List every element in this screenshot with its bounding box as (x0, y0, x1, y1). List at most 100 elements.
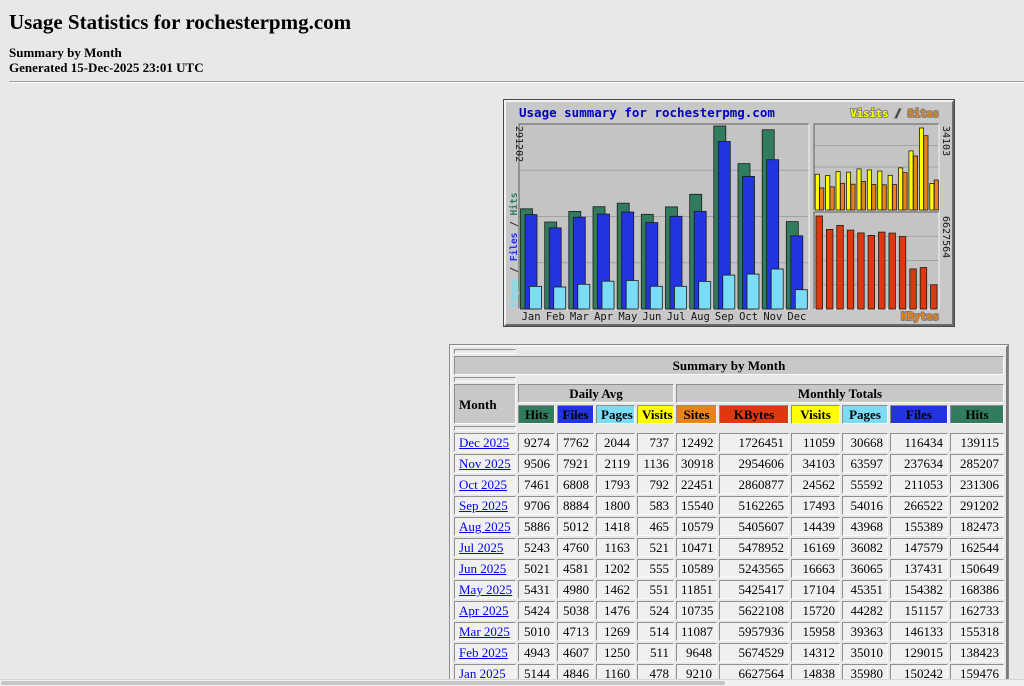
table-spacer-row (454, 426, 1004, 431)
value-cell: 8884 (557, 496, 594, 515)
column-header-files-daily: Files (557, 405, 594, 424)
svg-text:Apr: Apr (594, 311, 613, 323)
value-cell: 9506 (518, 454, 555, 473)
month-link[interactable]: Mar 2025 (459, 624, 510, 639)
value-cell: 285207 (950, 454, 1004, 473)
browser-page: Usage Statistics for rochesterpmg.com Su… (0, 0, 1024, 686)
value-cell: 5405607 (719, 517, 789, 536)
value-cell: 5243 (518, 538, 555, 557)
summary-by-month-label: Summary by Month (9, 45, 122, 60)
value-cell: 24562 (791, 475, 840, 494)
table-row: Jul 202552434760116352110471547895216169… (454, 538, 1004, 557)
value-cell: 5021 (518, 559, 555, 578)
month-link[interactable]: Apr 2025 (459, 603, 508, 618)
group-header-daily-avg: Daily Avg (518, 384, 674, 403)
table-row: Jun 202550214581120255510589524356516663… (454, 559, 1004, 578)
value-cell: 237634 (890, 454, 948, 473)
value-cell: 4943 (518, 643, 555, 662)
month-link[interactable]: Jun 2025 (459, 561, 506, 576)
value-cell: 10471 (676, 538, 717, 557)
month-link[interactable]: Dec 2025 (459, 435, 509, 450)
svg-text:6627564: 6627564 (940, 216, 951, 258)
table-row: May 202554314980146255111851542541717104… (454, 580, 1004, 599)
value-cell: 155318 (950, 622, 1004, 641)
value-cell: 5162265 (719, 496, 789, 515)
value-cell: 555 (637, 559, 674, 578)
value-cell: 7461 (518, 475, 555, 494)
column-header-row: HitsFilesPagesVisitsSitesKBytesVisitsPag… (454, 405, 1004, 424)
value-cell: 4607 (557, 643, 594, 662)
value-cell: 36065 (842, 559, 888, 578)
month-cell: Mar 2025 (454, 622, 516, 641)
value-cell: 583 (637, 496, 674, 515)
month-link[interactable]: May 2025 (459, 582, 512, 597)
svg-text:Jan: Jan (522, 311, 541, 323)
column-header-visits-daily: Visits (637, 405, 674, 424)
svg-text:Dec: Dec (787, 311, 806, 323)
svg-text:May: May (618, 311, 637, 323)
value-cell: 524 (637, 601, 674, 620)
value-cell: 44282 (842, 601, 888, 620)
month-link[interactable]: Oct 2025 (459, 477, 507, 492)
value-cell: 14439 (791, 517, 840, 536)
horizontal-scrollbar-thumb[interactable] (1, 681, 725, 685)
month-link[interactable]: Jul 2025 (459, 540, 503, 555)
horizontal-scrollbar[interactable] (0, 679, 1024, 686)
value-cell: 291202 (950, 496, 1004, 515)
value-cell: 9648 (676, 643, 717, 662)
svg-text:Visits / Sites: Visits / Sites (850, 108, 939, 120)
month-link[interactable]: Feb 2025 (459, 645, 508, 660)
value-cell: 139115 (950, 433, 1004, 452)
value-cell: 14312 (791, 643, 840, 662)
value-cell: 12492 (676, 433, 717, 452)
svg-text:Jun: Jun (642, 311, 661, 323)
month-link[interactable]: Aug 2025 (459, 519, 511, 534)
month-link[interactable]: Nov 2025 (459, 456, 511, 471)
month-cell: Aug 2025 (454, 517, 516, 536)
svg-text:Nov: Nov (763, 311, 782, 323)
month-link[interactable]: Sep 2025 (459, 498, 508, 513)
value-cell: 4713 (557, 622, 594, 641)
value-cell: 182473 (950, 517, 1004, 536)
value-cell: 9706 (518, 496, 555, 515)
table-row: Dec 202592747762204473712492172645111059… (454, 433, 1004, 452)
value-cell: 1202 (596, 559, 635, 578)
value-cell: 15540 (676, 496, 717, 515)
value-cell: 15958 (791, 622, 840, 641)
svg-text:34103: 34103 (940, 126, 951, 156)
svg-text:Pages / Files / Hits: Pages / Files / Hits (509, 193, 520, 307)
value-cell: 55592 (842, 475, 888, 494)
value-cell: 17493 (791, 496, 840, 515)
svg-text:KBytes: KBytes (901, 311, 939, 323)
value-cell: 1476 (596, 601, 635, 620)
value-cell: 10579 (676, 517, 717, 536)
value-cell: 1462 (596, 580, 635, 599)
value-cell: 22451 (676, 475, 717, 494)
table-row: Feb 202549434607125051196485674529143123… (454, 643, 1004, 662)
value-cell: 1793 (596, 475, 635, 494)
value-cell: 151157 (890, 601, 948, 620)
value-cell: 5478952 (719, 538, 789, 557)
value-cell: 5012 (557, 517, 594, 536)
value-cell: 2954606 (719, 454, 789, 473)
summary-by-month-table: Summary by Month Month Daily Avg Monthly… (450, 345, 1008, 686)
table-row: Apr 202554245038147652410735562210815720… (454, 601, 1004, 620)
column-header-hits-daily: Hits (518, 405, 555, 424)
table-row: Aug 202558865012141846510579540560714439… (454, 517, 1004, 536)
value-cell: 10735 (676, 601, 717, 620)
svg-text:Sep: Sep (715, 311, 734, 323)
value-cell: 2860877 (719, 475, 789, 494)
month-cell: May 2025 (454, 580, 516, 599)
column-header-visits-monthly: Visits (791, 405, 840, 424)
column-header-pages-daily: Pages (596, 405, 635, 424)
column-header-hits-monthly: Hits (950, 405, 1004, 424)
value-cell: 266522 (890, 496, 948, 515)
value-cell: 168386 (950, 580, 1004, 599)
value-cell: 1136 (637, 454, 674, 473)
value-cell: 465 (637, 517, 674, 536)
value-cell: 231306 (950, 475, 1004, 494)
value-cell: 63597 (842, 454, 888, 473)
svg-text:291202: 291202 (513, 126, 524, 162)
column-header-month: Month (454, 384, 516, 424)
value-cell: 5424 (518, 601, 555, 620)
